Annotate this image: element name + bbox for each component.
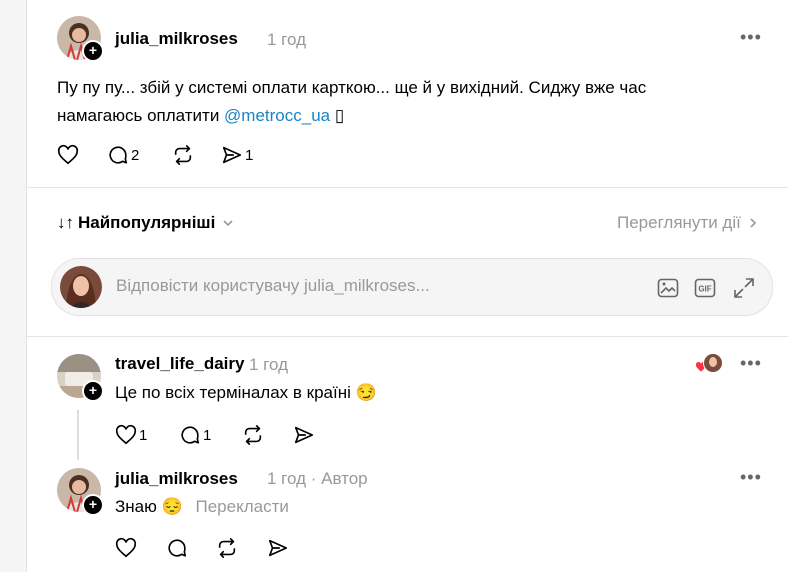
comment-more-icon[interactable]: ••• — [740, 353, 762, 374]
reply-like-button[interactable] — [115, 537, 137, 559]
heart-icon — [57, 144, 79, 165]
mini-avatar — [703, 353, 723, 373]
reply-reply-button[interactable] — [166, 537, 188, 559]
post-text-trailing: ▯ — [330, 106, 345, 125]
repost-icon — [174, 145, 192, 165]
reply-more-icon[interactable]: ••• — [740, 467, 762, 488]
post-repost-button[interactable] — [172, 144, 194, 166]
translate-link[interactable]: Перекласти — [196, 497, 289, 516]
heart-icon — [115, 537, 137, 558]
post-share-button[interactable]: 1 — [221, 144, 253, 166]
thread-line — [77, 410, 79, 460]
reply-input-box[interactable]: Відповісти користувачу julia_milkroses..… — [51, 258, 773, 316]
reply-time-value: 1 год — [267, 469, 307, 488]
divider — [27, 187, 788, 188]
post-mention-link[interactable]: @metrocc_ua — [224, 106, 330, 125]
comment-reply-button[interactable]: 1 — [179, 424, 211, 446]
comment-icon — [181, 426, 200, 444]
comment-repost-button[interactable] — [242, 424, 264, 446]
reply-repost-button[interactable] — [216, 537, 238, 559]
author-label: · Автор — [310, 469, 368, 488]
heart-icon — [115, 424, 137, 445]
post-username[interactable]: julia_milkroses — [115, 29, 238, 49]
follow-plus-icon[interactable]: + — [82, 494, 104, 516]
gif-icon[interactable]: GIF — [693, 276, 717, 300]
comment-time: 1 год — [249, 355, 289, 374]
repost-icon — [244, 425, 262, 445]
svg-text:GIF: GIF — [698, 285, 711, 294]
post-reply-button[interactable]: 2 — [107, 144, 139, 166]
comment-replies-count: 1 — [203, 426, 212, 444]
comment-icon — [109, 146, 128, 164]
post-more-icon[interactable]: ••• — [740, 27, 762, 48]
sort-dropdown[interactable]: ↓↑ Найпопулярніші — [57, 213, 235, 233]
comment-username[interactable]: travel_life_dairy — [115, 354, 244, 374]
repost-icon — [218, 538, 236, 558]
post-shares-count: 1 — [245, 146, 254, 164]
reply-text-row: Знаю 😔 Перекласти — [115, 493, 289, 521]
send-icon — [268, 539, 288, 557]
post-time: 1 год — [267, 30, 307, 49]
comment-icon — [168, 539, 187, 557]
sort-label: Найпопулярніші — [78, 213, 216, 232]
divider — [27, 336, 788, 337]
follow-plus-icon[interactable]: + — [82, 380, 104, 402]
current-user-avatar — [60, 266, 102, 308]
send-icon — [294, 426, 314, 444]
post-text: Пу пу пу... збій у системі оплати картко… — [57, 74, 697, 130]
comment-likes-count: 1 — [139, 426, 148, 444]
sort-arrows-icon: ↓↑ — [57, 213, 74, 232]
comment-text: Це по всіх терміналах в країні 😏 — [115, 383, 377, 402]
post-text-body: Пу пу пу... збій у системі оплати картко… — [57, 78, 647, 125]
reply-text: Знаю 😔 — [115, 497, 183, 516]
chevron-right-icon — [750, 218, 756, 228]
expand-icon[interactable] — [732, 276, 756, 300]
chevron-down-icon — [223, 220, 233, 227]
reply-share-button[interactable] — [267, 537, 289, 559]
liked-by-author-badge — [695, 353, 723, 375]
image-icon[interactable] — [656, 276, 680, 300]
reply-username[interactable]: julia_milkroses — [115, 469, 238, 489]
view-activity-link[interactable]: Переглянути дії — [617, 213, 760, 233]
view-activity-label: Переглянути дії — [617, 213, 741, 232]
post-replies-count: 2 — [131, 146, 140, 164]
comment-like-button[interactable]: 1 — [115, 424, 147, 446]
thread-panel: + julia_milkroses 1 год ••• Пу пу пу... … — [26, 0, 788, 572]
comment-share-button[interactable] — [293, 424, 315, 446]
send-icon — [222, 146, 242, 164]
reply-placeholder: Відповісти користувачу julia_milkroses..… — [116, 276, 430, 295]
follow-plus-icon[interactable]: + — [82, 40, 104, 62]
post-like-button[interactable] — [57, 144, 79, 166]
reply-time: 1 год · Автор — [267, 469, 368, 489]
